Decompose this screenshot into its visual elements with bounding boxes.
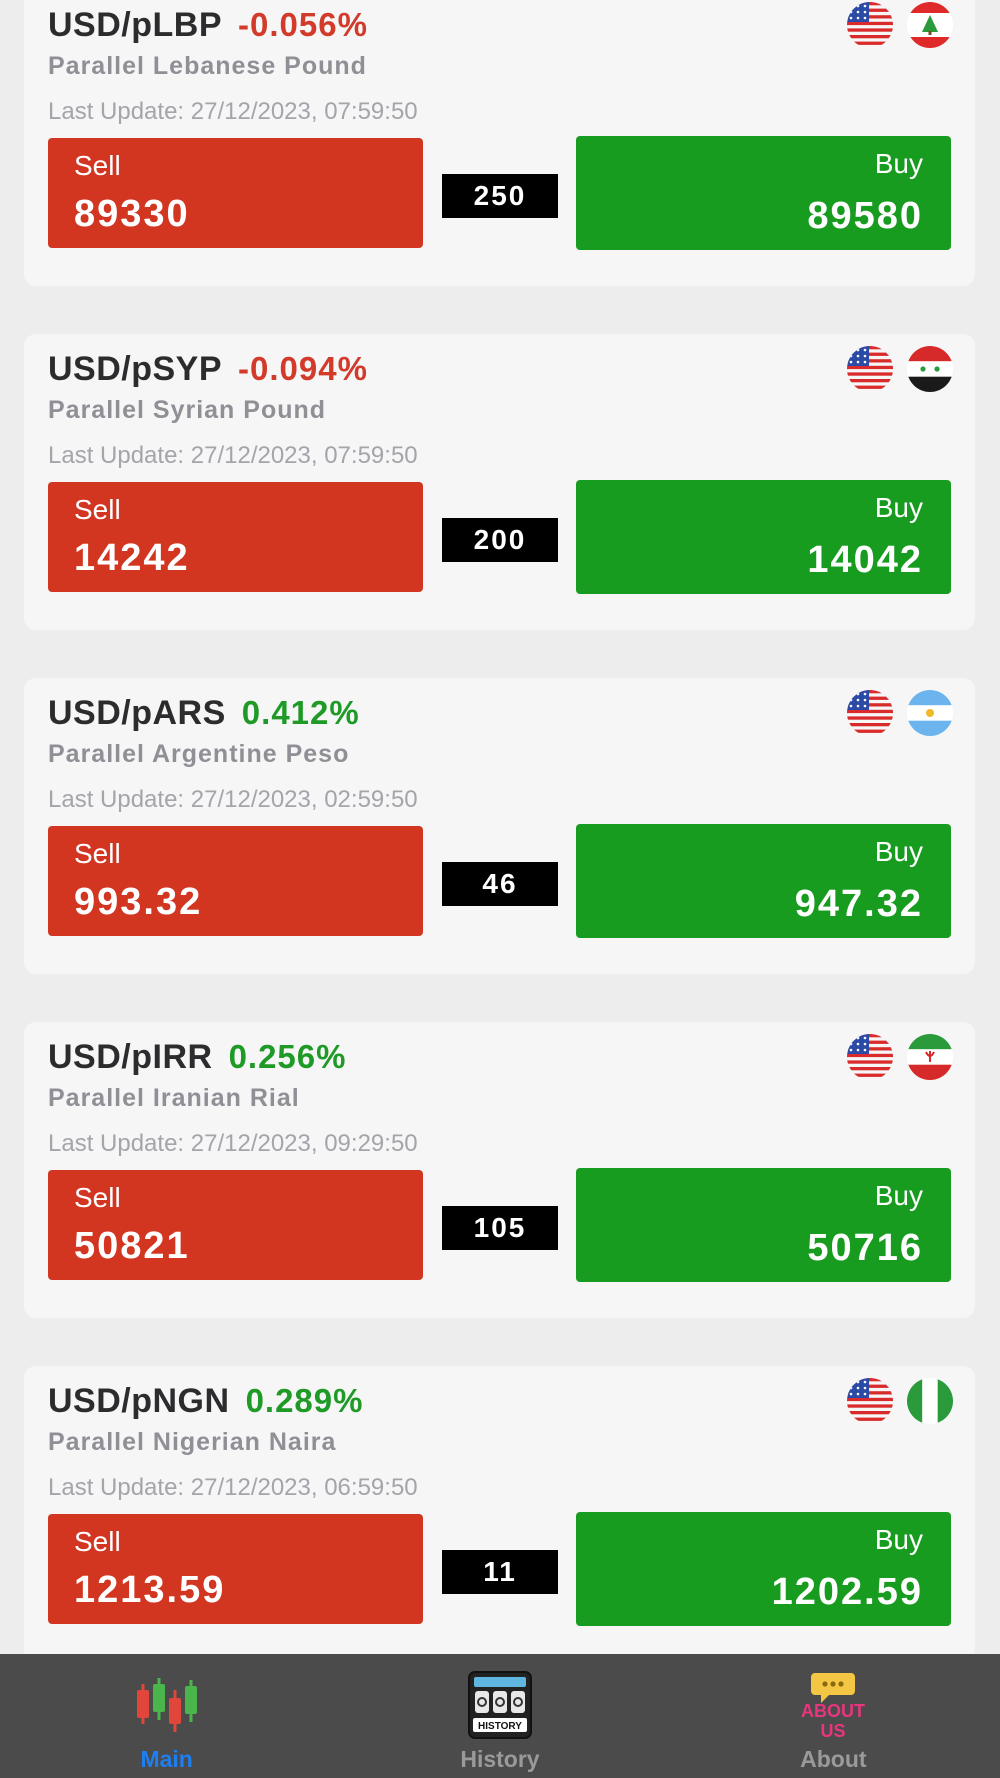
change-percent: -0.094% [238,350,368,387]
sell-button[interactable]: Sell 1213.59 [48,1514,423,1624]
about-us-icon: ABOUT US [797,1662,869,1748]
currency-pair: USD/pARS [48,694,226,732]
flag-pair [847,690,953,736]
buy-label: Buy [874,1524,923,1555]
us-flag-icon [847,2,893,48]
currency-name: Parallel Syrian Pound [48,396,327,424]
pair-header: USD/pSYP -0.094% [48,350,368,389]
us-flag-icon [847,690,893,736]
lebanon-flag-icon [907,2,953,48]
change-percent: -0.056% [238,6,368,43]
buy-value: 947.32 [794,883,923,925]
pair-header: USD/pLBP -0.056% [48,6,368,45]
currency-name: Parallel Iranian Rial [48,1084,300,1112]
buy-value: 1202.59 [771,1571,923,1613]
flag-pair [847,2,953,48]
buy-label: Buy [874,1180,923,1211]
spread-badge: 105 [442,1206,558,1250]
currency-pair: USD/pNGN [48,1382,230,1420]
last-update: Last Update: 27/12/2023, 06:59:50 [48,1474,418,1501]
buy-button[interactable]: Buy 89580 [576,136,951,250]
about-icon-text-1: ABOUT [801,1701,865,1721]
rate-card[interactable]: USD/pLBP -0.056% Parallel Lebanese Pound La… [24,0,975,286]
sell-label: Sell [74,1182,121,1213]
spread-badge: 11 [442,1550,558,1594]
currency-name: Parallel Lebanese Pound [48,52,367,80]
pair-header: USD/pARS 0.412% [48,694,360,733]
tab-history-label: History [460,1746,540,1772]
buy-button[interactable]: Buy 50716 [576,1168,951,1282]
pair-header: USD/pNGN 0.289% [48,1382,364,1421]
tab-main[interactable]: Main [0,1654,333,1778]
last-update: Last Update: 27/12/2023, 02:59:50 [48,786,418,813]
sell-label: Sell [74,494,121,525]
flag-pair [847,346,953,392]
argentina-flag-icon [907,690,953,736]
about-icon-text-2: US [821,1721,846,1741]
currency-pair: USD/pLBP [48,6,222,44]
sell-button[interactable]: Sell 50821 [48,1170,423,1280]
sell-value: 1213.59 [74,1569,226,1611]
syria-flag-icon [907,346,953,392]
spread-badge: 200 [442,518,558,562]
sell-label: Sell [74,838,121,869]
last-update: Last Update: 27/12/2023, 09:29:50 [48,1130,418,1157]
spread-badge: 250 [442,174,558,218]
change-percent: 0.289% [245,1382,364,1419]
pair-header: USD/pIRR 0.256% [48,1038,347,1077]
buy-value: 50716 [807,1227,923,1269]
buy-label: Buy [874,148,923,179]
sell-button[interactable]: Sell 993.32 [48,826,423,936]
buy-button[interactable]: Buy 947.32 [576,824,951,938]
us-flag-icon [847,1034,893,1080]
buy-button[interactable]: Buy 14042 [576,480,951,594]
buy-button[interactable]: Buy 1202.59 [576,1512,951,1626]
sell-label: Sell [74,150,121,181]
rate-card[interactable]: USD/pNGN 0.289% Parallel Nigerian Naira Las… [24,1366,975,1662]
change-percent: 0.256% [228,1038,347,1075]
rate-card[interactable]: USD/pSYP -0.094% Parallel Syrian Pound Last… [24,334,975,630]
sell-button[interactable]: Sell 89330 [48,138,423,248]
currency-pair: USD/pSYP [48,350,223,388]
rate-card[interactable]: USD/pIRR 0.256% Parallel Iranian Rial Last … [24,1022,975,1318]
sell-label: Sell [74,1526,121,1557]
iran-flag-icon [907,1034,953,1080]
history-counter-icon: HISTORY [465,1662,535,1748]
last-update: Last Update: 27/12/2023, 07:59:50 [48,442,418,469]
nigeria-flag-icon [907,1378,953,1424]
rate-card[interactable]: USD/pARS 0.412% Parallel Argentine Peso Las… [24,678,975,974]
us-flag-icon [847,346,893,392]
sell-value: 50821 [74,1225,190,1267]
history-icon-text: HISTORY [478,1721,522,1732]
tab-about-label: About [800,1746,867,1772]
bottom-tab-bar: Main HISTORY History ABOUT US About [0,1654,1000,1778]
buy-label: Buy [874,492,923,523]
sell-value: 89330 [74,193,190,235]
spread-badge: 46 [442,862,558,906]
sell-button[interactable]: Sell 14242 [48,482,423,592]
buy-value: 14042 [807,539,923,581]
sell-value: 14242 [74,537,190,579]
tab-main-label: Main [140,1746,193,1772]
candlestick-chart-icon [134,1662,200,1748]
last-update: Last Update: 27/12/2023, 07:59:50 [48,98,418,125]
tab-about[interactable]: ABOUT US About [667,1654,1000,1778]
currency-name: Parallel Argentine Peso [48,740,350,768]
buy-label: Buy [874,836,923,867]
currency-pair: USD/pIRR [48,1038,213,1076]
flag-pair [847,1034,953,1080]
currency-name: Parallel Nigerian Naira [48,1428,337,1456]
us-flag-icon [847,1378,893,1424]
sell-value: 993.32 [74,881,203,923]
buy-value: 89580 [807,195,923,237]
tab-history[interactable]: HISTORY History [333,1654,666,1778]
flag-pair [847,1378,953,1424]
change-percent: 0.412% [241,694,360,731]
